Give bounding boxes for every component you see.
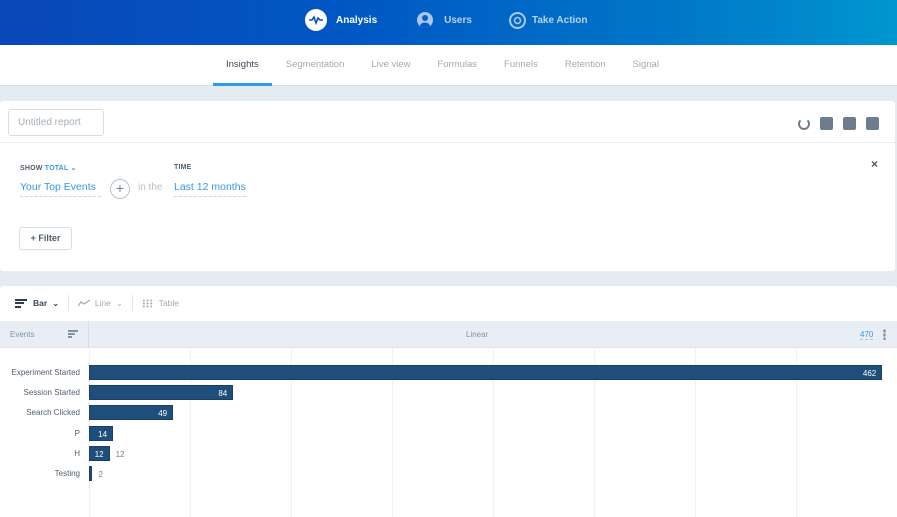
chart-header: Events Linear 470 [0,321,897,348]
divider [67,295,69,311]
view-tab-line[interactable]: Line ⌄ [77,298,123,308]
bar-value-label: 12 [94,449,104,459]
bar-outside-value-label: 2 [98,470,103,479]
bar-category-label: Session Started [23,388,80,398]
more-options-icon[interactable] [883,329,886,340]
nav-analysis[interactable]: Analysis [305,9,377,31]
axis-max-value[interactable]: 470 [860,330,874,340]
refresh-icon[interactable] [798,117,810,130]
add-to-dashboard-icon[interactable] [866,117,879,130]
bar[interactable]: 84 [89,385,234,401]
bar[interactable]: 14 [89,425,114,441]
chevron-down-icon: ⌄ [115,298,123,308]
chevron-down-icon: ⌄ [70,165,77,172]
divider [0,142,895,143]
show-total-value: TOTAL [44,165,69,172]
time-range-selector[interactable]: Last 12 months [174,181,246,197]
bar[interactable] [89,466,93,481]
query-builder-card: Untitled report × SHOW TOTAL ⌄ Your Top … [0,101,895,271]
tab-segmentation[interactable]: Segmentation [273,45,358,86]
events-column-header: Events [10,330,35,339]
chart-card: Bar ⌄ Line ⌄ Table Events Linear 470 Exp… [0,286,897,517]
time-label: TIME [174,164,192,171]
chevron-down-icon: ⌄ [52,298,59,308]
tab-live-view[interactable]: Live view [358,45,423,86]
nav-users[interactable]: Users [414,12,472,28]
view-tab-bar[interactable]: Bar ⌄ [15,298,59,308]
bar-value-label: 462 [862,369,877,378]
bar-category-label: Experiment Started [11,368,80,377]
export-icon[interactable] [820,117,833,130]
show-total-dropdown[interactable]: TOTAL ⌄ [45,165,77,172]
close-icon[interactable]: × [871,157,878,171]
divider [131,295,133,311]
bar[interactable]: 462 [89,365,883,380]
save-icon[interactable] [843,117,856,130]
bar-value-label: 49 [158,409,168,419]
bar-chart-icon [15,298,27,308]
table-icon [141,298,153,308]
bar-category-label: Testing [54,469,80,478]
bar-category-label: Search Clicked [26,408,80,418]
bar[interactable]: 12 [89,445,110,461]
tab-insights[interactable]: Insights [213,45,272,86]
top-navigation-bar: Analysis Users Take Action [0,0,897,45]
tab-formulas[interactable]: Formulas [424,45,490,86]
bar[interactable]: 49 [89,405,174,421]
events-selector[interactable]: Your Top Events [20,181,101,197]
show-label-text: SHOW [20,165,43,172]
nav-analysis-label: Analysis [336,14,378,26]
view-tab-bar-label: Bar [33,298,48,308]
bar-value-label: 14 [98,429,108,439]
tab-funnels[interactable]: Funnels [491,45,551,86]
bar-category-label: H [74,448,80,458]
pulse-icon [305,9,327,31]
divider [88,321,89,348]
nav-take-action[interactable]: Take Action [508,11,588,29]
view-tab-table[interactable]: Table [141,298,179,308]
report-type-tabs: Insights Segmentation Live view Formulas… [0,45,897,86]
user-icon [417,12,434,28]
tab-signal[interactable]: Signal [620,45,672,86]
scale-label: Linear [466,330,489,339]
add-event-button[interactable]: + [110,179,130,199]
view-tab-table-label: Table [158,298,179,308]
view-tab-line-label: Line [94,298,111,308]
show-label: SHOW TOTAL ⌄ [20,164,77,172]
add-filter-button[interactable]: + Filter [19,227,72,250]
connector-text: in the [138,182,163,193]
bar-value-label: 84 [218,389,228,399]
tab-retention[interactable]: Retention [552,45,619,86]
nav-users-label: Users [444,14,472,26]
target-icon [508,11,526,29]
bar-category-label: P [74,428,80,438]
sort-icon[interactable] [68,330,78,338]
nav-take-action-label: Take Action [531,14,588,26]
bar-chart: Experiment Started 462 Session Started 84 Se… [0,349,897,517]
line-chart-icon [77,299,90,307]
bar-outside-value-label: 12 [115,449,125,459]
report-title-input[interactable]: Untitled report [8,109,104,136]
